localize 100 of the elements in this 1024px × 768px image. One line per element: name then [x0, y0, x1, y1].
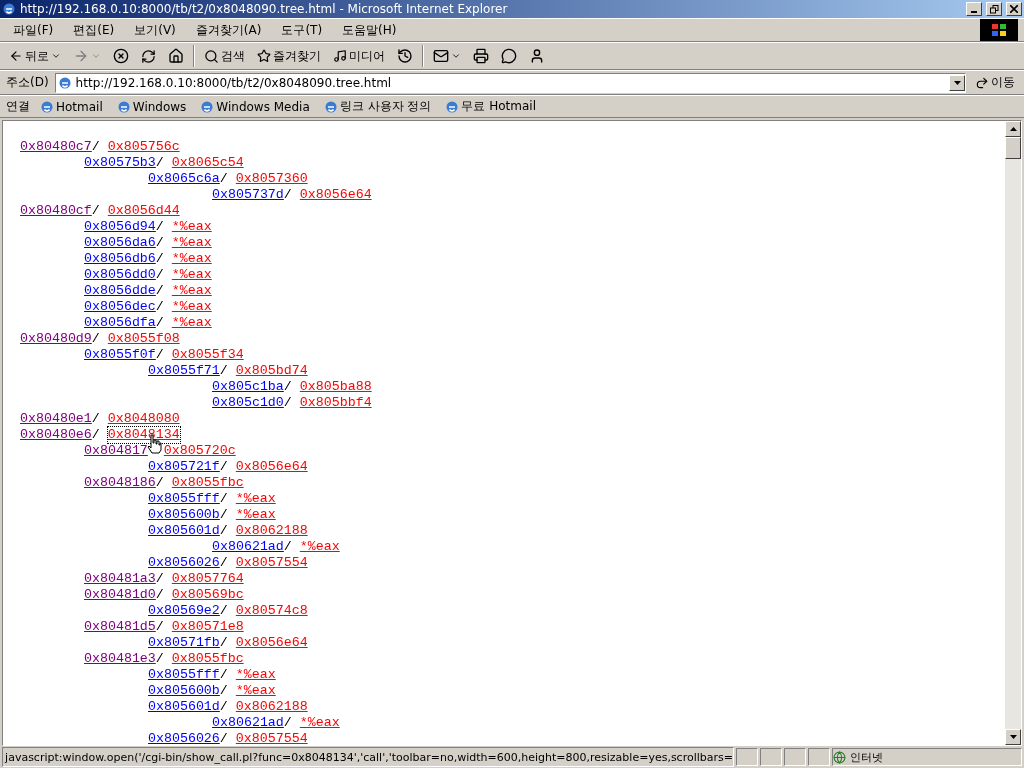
target-link[interactable]: 0x805ba88	[299, 379, 372, 395]
scrollbar-track[interactable]	[1005, 121, 1021, 745]
address-link[interactable]: 0x805600b	[148, 507, 220, 523]
address-link[interactable]: 0x805c1d0	[212, 395, 284, 411]
target-link[interactable]: 0x8055f34	[171, 347, 244, 363]
address-link[interactable]: 0x80571fb	[148, 635, 220, 651]
target-link[interactable]: *%eax	[171, 235, 212, 251]
target-link[interactable]: 0x805756c	[107, 139, 180, 155]
target-link[interactable]: 0x805720c	[163, 443, 236, 459]
target-link[interactable]: 0x805bd74	[235, 363, 308, 379]
target-link[interactable]: *%eax	[235, 683, 276, 699]
menu-item[interactable]: 도구(T)	[274, 19, 330, 41]
menu-item[interactable]: 보기(V)	[127, 19, 183, 41]
address-link[interactable]: 0x8055fff	[148, 667, 220, 683]
address-link[interactable]: 0x805c1ba	[212, 379, 284, 395]
address-link[interactable]: 0x80480c7	[20, 139, 92, 155]
address-link[interactable]: 0x8056026	[148, 731, 220, 745]
favorite-link[interactable]: Windows Media	[196, 99, 314, 114]
address-link[interactable]: 0x80481e3	[84, 651, 156, 667]
target-link[interactable]: 0x8048080	[107, 411, 180, 427]
target-link[interactable]: 0x8057554	[235, 731, 308, 745]
target-link[interactable]: *%eax	[171, 299, 212, 315]
dropdown-button[interactable]	[949, 74, 965, 91]
close-button[interactable]	[1006, 2, 1022, 16]
target-link[interactable]: 0x8057360	[235, 171, 308, 187]
minimize-button[interactable]	[966, 2, 982, 16]
target-link[interactable]: 0x8055f08	[107, 331, 180, 347]
address-link[interactable]: 0x8056dec	[84, 299, 156, 315]
target-link[interactable]: 0x8062188	[235, 699, 308, 715]
address-link[interactable]: 0x8056da6	[84, 235, 156, 251]
target-link[interactable]: 0x805bbf4	[299, 395, 372, 411]
menu-item[interactable]: 편집(E)	[66, 19, 122, 41]
target-link[interactable]: 0x8055fbc	[171, 475, 244, 491]
address-link[interactable]: 0x804817	[84, 443, 148, 459]
address-link[interactable]: 0x80481a3	[84, 571, 156, 587]
address-field[interactable]: http://192.168.0.10:8000/tb/t2/0x8048090.tree.html	[54, 72, 966, 93]
address-link[interactable]: 0x8056d94	[84, 219, 156, 235]
target-link[interactable]: *%eax	[235, 491, 276, 507]
target-link[interactable]: *%eax	[171, 267, 212, 283]
go-button[interactable]: 이동	[972, 72, 1018, 93]
address-link[interactable]: 0x805601d	[148, 523, 220, 539]
target-link[interactable]: *%eax	[299, 539, 340, 555]
address-link[interactable]: 0x80621ad	[212, 539, 284, 555]
favorite-link[interactable]: Hotmail	[36, 99, 107, 114]
target-link[interactable]: *%eax	[171, 283, 212, 299]
target-link[interactable]: 0x8048134	[107, 427, 180, 443]
address-link[interactable]: 0x80480d9	[20, 331, 92, 347]
target-link[interactable]: 0x8056e64	[235, 635, 308, 651]
menu-item[interactable]: 파일(F)	[6, 19, 61, 41]
target-link[interactable]: 0x8056d44	[107, 203, 180, 219]
target-link[interactable]: 0x80574c8	[235, 603, 308, 619]
favorite-link[interactable]: 링크 사용자 정의	[319, 98, 436, 115]
address-link[interactable]: 0x8056db6	[84, 251, 156, 267]
address-link[interactable]: 0x8056dde	[84, 283, 156, 299]
address-link[interactable]: 0x80621ad	[212, 715, 284, 731]
favorite-link[interactable]: Windows	[112, 99, 191, 114]
favorite-link[interactable]: 무료 Hotmail	[441, 98, 541, 115]
address-link[interactable]: 0x8056dfa	[84, 315, 156, 331]
address-link[interactable]: 0x8055f0f	[84, 347, 156, 363]
target-link[interactable]: *%eax	[235, 507, 276, 523]
back-button[interactable]: 뒤로	[6, 45, 64, 67]
address-link[interactable]: 0x805600b	[148, 683, 220, 699]
target-link[interactable]: 0x8065c54	[171, 155, 244, 171]
address-link[interactable]: 0x80480e1	[20, 411, 92, 427]
menu-item[interactable]: 즐겨찾기(A)	[188, 19, 269, 41]
address-link[interactable]: 0x8065c6a	[148, 171, 220, 187]
address-link[interactable]: 0x8048186	[84, 475, 156, 491]
media-button[interactable]: 미디어	[330, 45, 388, 67]
target-link[interactable]: *%eax	[171, 315, 212, 331]
target-link[interactable]: 0x8055fbc	[171, 651, 244, 667]
target-link[interactable]: 0x8057554	[235, 555, 308, 571]
scroll-thumb[interactable]	[1005, 137, 1021, 159]
address-link[interactable]: 0x805721f	[148, 459, 220, 475]
target-link[interactable]: 0x80569bc	[171, 587, 244, 603]
address-link[interactable]: 0x80480cf	[20, 203, 92, 219]
target-link[interactable]: 0x80571e8	[171, 619, 244, 635]
target-link[interactable]: *%eax	[171, 251, 212, 267]
target-link[interactable]: 0x8056e64	[299, 187, 372, 203]
address-link[interactable]: 0x805737d	[212, 187, 284, 203]
target-link[interactable]: 0x8062188	[235, 523, 308, 539]
address-link[interactable]: 0x80481d5	[84, 619, 156, 635]
target-link[interactable]: *%eax	[171, 219, 212, 235]
scroll-up-button[interactable]	[1005, 121, 1021, 137]
address-link[interactable]: 0x80481d0	[84, 587, 156, 603]
address-link[interactable]: 0x8055fff	[148, 491, 220, 507]
address-link[interactable]: 0x805601d	[148, 699, 220, 715]
scroll-down-button[interactable]	[1005, 729, 1021, 745]
favorites-button[interactable]: 즐겨찾기	[254, 45, 324, 67]
target-link[interactable]: *%eax	[235, 667, 276, 683]
target-link[interactable]: 0x8057764	[171, 571, 244, 587]
restore-button[interactable]	[986, 2, 1002, 16]
address-link[interactable]: 0x80480e6	[20, 427, 92, 443]
target-link[interactable]: *%eax	[299, 715, 340, 731]
address-link[interactable]: 0x80575b3	[84, 155, 156, 171]
address-link[interactable]: 0x8056dd0	[84, 267, 156, 283]
address-link[interactable]: 0x8056026	[148, 555, 220, 571]
address-link[interactable]: 0x8055f71	[148, 363, 220, 379]
target-link[interactable]: 0x8056e64	[235, 459, 308, 475]
search-button[interactable]: 검색	[201, 45, 248, 67]
address-link[interactable]: 0x80569e2	[148, 603, 220, 619]
